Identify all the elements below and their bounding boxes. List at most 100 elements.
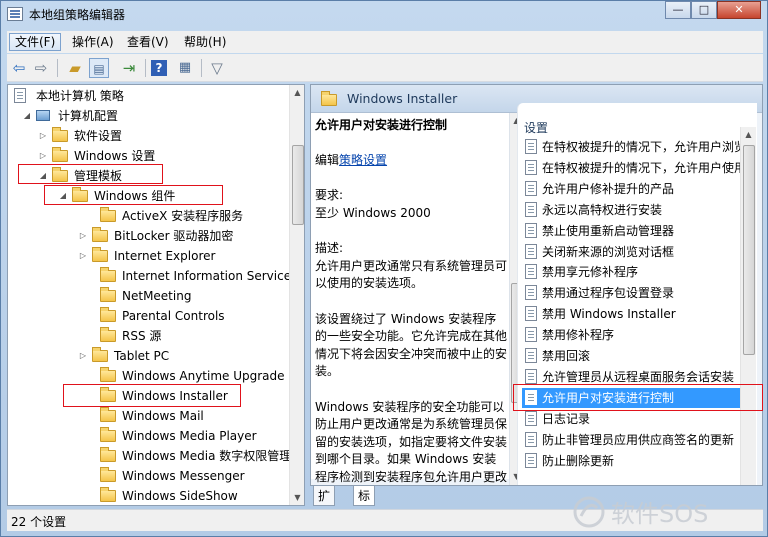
folder-icon [100,207,116,222]
up-folder-icon[interactable]: ▰ [65,58,85,78]
setting-icon [525,243,537,259]
folder-icon [100,287,116,302]
description-label: 描述: [315,241,344,256]
expand-arrow-icon[interactable]: ▷ [38,146,48,166]
tab-extended[interactable]: 扩展 [313,486,336,523]
setting-row[interactable]: 在特权被提升的情况下，允许用户使用 [522,158,748,178]
tree-scrollbar[interactable]: ▲ ▼ [289,85,304,505]
setting-row[interactable]: 日志记录 [522,409,748,429]
requirement-value: 至少 Windows 2000 [315,205,431,220]
menu-action[interactable]: 操作(A) [67,33,119,51]
back-arrow-icon[interactable]: ⇦ [9,58,29,78]
setting-row[interactable]: 永远以高特权进行安装 [522,200,748,220]
settings-scroll-thumb[interactable] [743,145,755,355]
tree-item-label: Parental Controls [122,309,225,323]
folder-icon [100,467,116,482]
folder-icon [92,227,108,242]
tree-item-label: Windows Installer [122,389,228,403]
setting-icon [525,368,537,384]
help-icon[interactable]: ? [151,60,167,76]
requirement-label: 要求: [315,188,344,203]
settings-column-header[interactable]: 设置 [524,119,548,136]
setting-label: 禁用 Windows Installer [542,307,676,322]
menu-view[interactable]: 查看(V) [122,33,174,51]
folder-icon [321,91,337,106]
setting-label: 允许用户修补提升的产品 [542,181,675,196]
requirement-block: 要求: 至少 Windows 2000 [315,187,507,222]
setting-label: 禁用修补程序 [542,328,615,343]
properties-icon[interactable]: ▦ [175,58,195,78]
tree-item-label: Windows SideShow [122,489,238,503]
tree-item-label: Windows 组件 [94,189,176,203]
menu-bar: 文件(F) 操作(A) 查看(V) 帮助(H) [7,31,763,53]
caption-buttons: — □ ✕ [665,1,761,19]
minimize-button[interactable]: — [665,1,691,19]
setting-icon [525,306,537,322]
folder-icon [100,367,116,382]
expand-arrow-icon[interactable]: ▷ [78,346,88,366]
collapse-arrow-icon[interactable]: ◢ [38,166,48,186]
setting-row[interactable]: 关闭新来源的浏览对话框 [522,242,748,262]
window: 本地组策略编辑器 — □ ✕ 文件(F) 操作(A) 查看(V) 帮助(H) ⇦… [0,0,768,537]
description-text-1: 允许用户更改通常只有系统管理员可以使用的安装选项。 [315,258,508,291]
menu-file[interactable]: 文件(F) [9,33,62,51]
toolbar-separator [145,59,146,77]
collapse-arrow-icon[interactable]: ◢ [58,186,68,206]
details-header-title: Windows Installer [347,91,458,106]
tree-item-label: 本地计算机 策略 [36,89,124,103]
tree-item-label: Tablet PC [114,349,170,363]
edit-prefix: 编辑 [315,153,340,168]
filter-icon[interactable]: ▽ [207,58,227,78]
tree-item-label: Internet Explorer [114,249,216,263]
folder-icon [100,407,116,422]
scroll-up-icon[interactable]: ▲ [741,127,756,142]
setting-row[interactable]: 禁用享元修补程序 [522,262,748,282]
title-bar[interactable]: 本地组策略编辑器 — □ ✕ [1,1,767,27]
folder-icon [100,447,116,462]
collapse-arrow-icon[interactable]: ◢ [22,106,32,126]
setting-row[interactable]: 在特权被提升的情况下，允许用户浏览 [522,137,748,157]
tab-standard[interactable]: 标准 [353,486,376,523]
setting-row[interactable]: 禁用回滚 [522,346,748,366]
edit-policy-link[interactable]: 策略设置 [339,153,387,167]
setting-label: 关闭新来源的浏览对话框 [542,244,675,259]
folder-icon [100,267,116,282]
setting-label: 禁止使用重新启动管理器 [542,223,675,238]
maximize-button[interactable]: □ [691,1,717,19]
setting-row[interactable]: 允许管理员从远程桌面服务会话安装 [522,367,748,387]
tree-item-label: BitLocker 驱动器加密 [114,229,234,243]
tree-item-label: RSS 源 [122,329,162,343]
setting-icon [525,264,537,280]
settings-scrollbar[interactable]: ▲ [740,127,756,485]
folder-icon [100,427,116,442]
export-list-icon[interactable]: ⇥ [119,58,139,78]
tree-scroll-thumb[interactable] [292,145,304,225]
setting-row[interactable]: 禁用修补程序 [522,325,748,345]
setting-row[interactable]: 禁用通过程序包设置登录 [522,283,748,303]
setting-row-selected[interactable]: 允许用户对安装进行控制 [522,387,748,408]
toolbar-separator [201,59,202,77]
setting-label: 防止删除更新 [542,453,615,468]
setting-icon [525,159,537,175]
status-text: 22 个设置 [11,515,67,529]
setting-label: 允许用户对安装进行控制 [542,390,675,405]
expand-arrow-icon[interactable]: ▷ [78,246,88,266]
expand-arrow-icon[interactable]: ▷ [38,126,48,146]
tree-item-label: Windows Mail [122,409,204,423]
setting-row[interactable]: 禁止使用重新启动管理器 [522,221,748,241]
scroll-down-icon[interactable]: ▼ [290,490,304,505]
menu-help[interactable]: 帮助(H) [179,33,231,51]
setting-icon [525,452,537,468]
forward-arrow-icon[interactable]: ⇨ [31,58,51,78]
scroll-up-icon[interactable]: ▲ [290,85,304,100]
close-button[interactable]: ✕ [717,1,761,19]
setting-row[interactable]: 禁用 Windows Installer [522,304,748,324]
expand-arrow-icon[interactable]: ▷ [78,226,88,246]
setting-row[interactable]: 允许用户修补提升的产品 [522,179,748,199]
show-hide-tree-icon[interactable]: ▤ [89,58,109,78]
setting-row[interactable]: 防止删除更新 [522,451,748,471]
setting-row[interactable]: 防止非管理员应用供应商签名的更新 [522,430,748,450]
setting-label: 日志记录 [542,411,591,426]
details-pane: Windows Installer 允许用户对安装进行控制 编辑策略设置 要求:… [310,84,763,486]
folder-icon [100,307,116,322]
